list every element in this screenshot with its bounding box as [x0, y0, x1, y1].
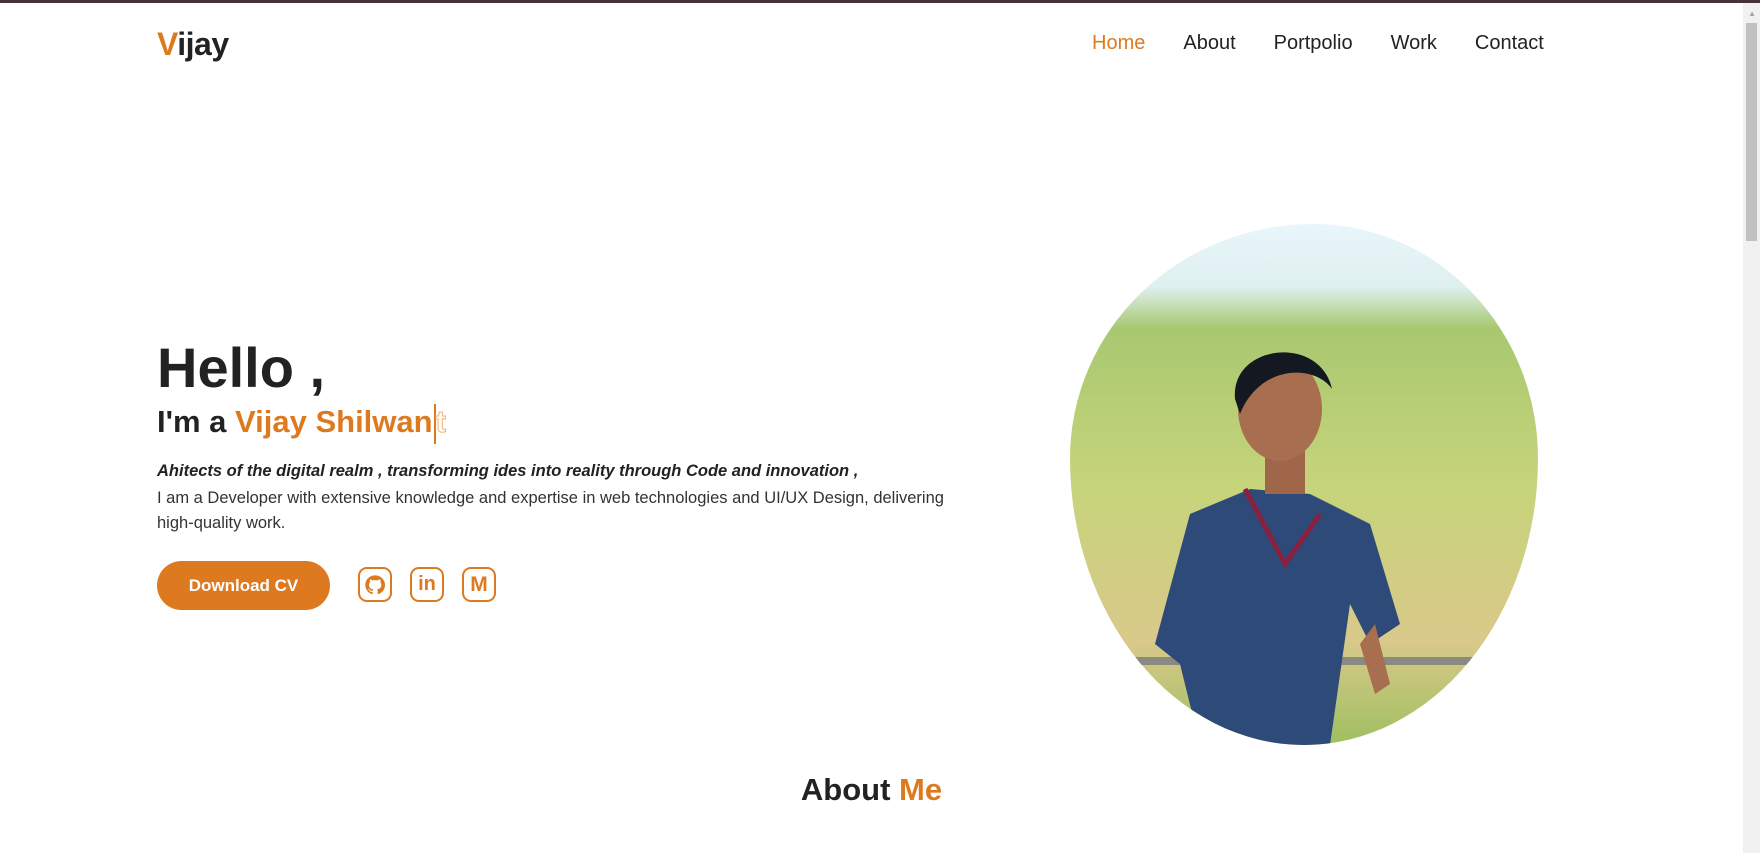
main-nav: Home About Portpolio Work Contact	[1092, 32, 1582, 55]
nav-contact[interactable]: Contact	[1475, 32, 1544, 55]
intro-text: I'm a	[157, 404, 236, 440]
download-cv-button[interactable]: Download CV	[157, 561, 330, 610]
window-top-border	[0, 0, 1760, 3]
scrollbar-thumb[interactable]	[1746, 23, 1757, 241]
typed-name: Vijay Shilwan	[235, 404, 433, 440]
nav-home[interactable]: Home	[1092, 32, 1145, 55]
github-icon[interactable]	[358, 567, 392, 602]
gmail-icon[interactable]: M	[462, 567, 496, 602]
profile-photo	[1070, 224, 1538, 745]
about-title: About	[800, 772, 891, 807]
nav-about[interactable]: About	[1183, 32, 1235, 55]
logo[interactable]: Vijay	[157, 26, 229, 63]
hero-tagline: Ahitects of the digital realm , transfor…	[157, 462, 859, 480]
typing-pending-letter: t	[435, 404, 446, 440]
about-heading: About Me	[0, 772, 1743, 808]
about-accent: Me	[899, 772, 943, 807]
nav-portfolio[interactable]: Portpolio	[1274, 32, 1353, 55]
scrollbar[interactable]: ▲	[1743, 3, 1760, 853]
linkedin-icon[interactable]: in	[410, 567, 444, 602]
hero-description: I am a Developer with extensive knowledg…	[157, 489, 944, 532]
hero-greeting: Hello ,	[157, 336, 326, 399]
hero-intro: I'm a Vijay Shilwant	[157, 404, 446, 444]
scroll-up-arrow-icon[interactable]: ▲	[1748, 9, 1756, 18]
logo-text: ijay	[177, 26, 229, 62]
logo-initial: V	[157, 26, 178, 62]
nav-work[interactable]: Work	[1391, 32, 1437, 55]
